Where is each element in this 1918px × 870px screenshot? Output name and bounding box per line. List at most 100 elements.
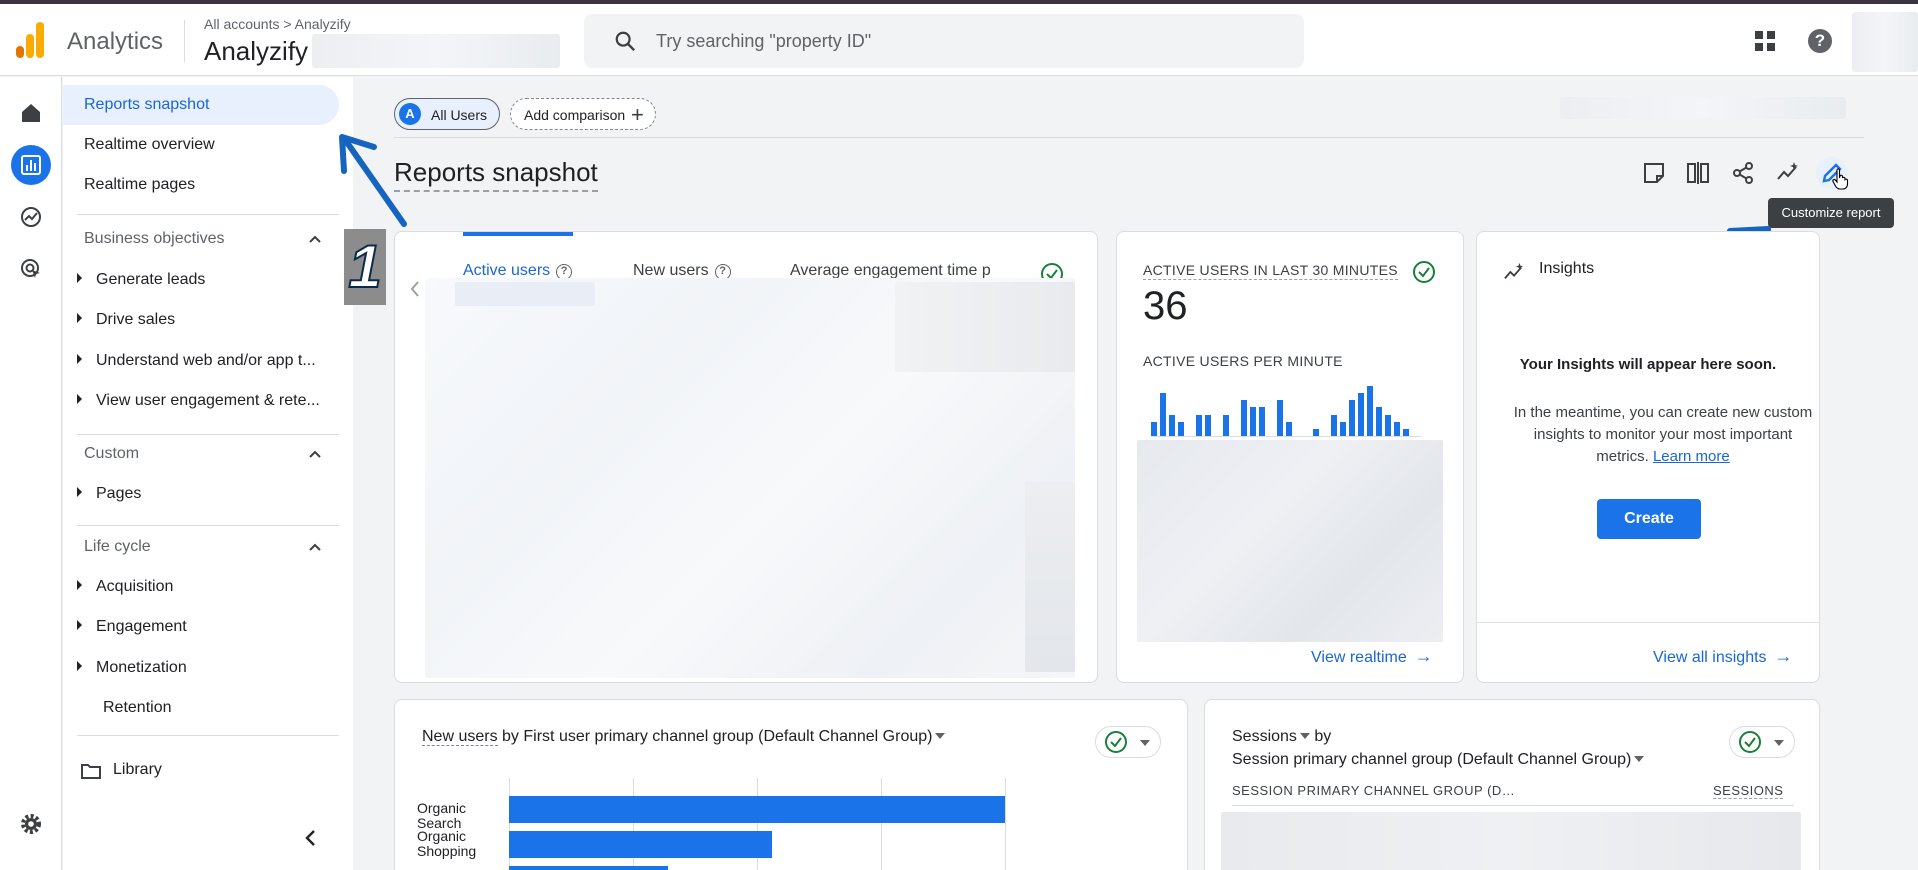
sessions-metric-selector[interactable]: Sessions: [1232, 728, 1297, 745]
property-name[interactable]: Analyzify: [204, 36, 308, 67]
realtime-title: ACTIVE USERS IN LAST 30 MINUTES: [1143, 262, 1398, 280]
overview-metrics-card: Active users? New users? Average engagem…: [394, 231, 1098, 683]
section-life-cycle[interactable]: Life cycle: [84, 538, 151, 556]
dropdown-arrow-icon[interactable]: [1299, 733, 1310, 739]
share-button[interactable]: [1727, 157, 1759, 189]
chevron-left-icon[interactable]: [409, 280, 421, 298]
segment-label: All Users: [431, 107, 488, 123]
expand-arrow-icon: [77, 394, 82, 404]
view-realtime-link[interactable]: View realtime →: [1311, 646, 1433, 667]
bar-organic-search[interactable]: [509, 796, 1005, 823]
sessions-card-options[interactable]: [1729, 726, 1795, 758]
sidebar-item-drive-sales[interactable]: Drive sales: [77, 311, 175, 329]
nav-rail: [0, 77, 62, 870]
create-insight-button[interactable]: Create: [1597, 499, 1701, 539]
explore-trend-icon: [21, 207, 41, 227]
check-circle-icon[interactable]: [1412, 260, 1436, 284]
sessions-title-line-2: Session primary channel group (Default C…: [1232, 751, 1645, 769]
note-icon: [1644, 163, 1664, 183]
reports-nav-button[interactable]: [11, 145, 51, 185]
sidebar-item-realtime-overview[interactable]: Realtime overview: [63, 125, 215, 165]
insights-sparkle-icon: [1504, 262, 1524, 279]
sidebar-item-user-engagement[interactable]: View user engagement & rete...: [77, 392, 320, 410]
per-minute-bar: [1151, 422, 1157, 436]
redacted-axis-block: [1025, 482, 1075, 672]
sidebar-item-acquisition[interactable]: Acquisition: [77, 578, 173, 596]
dropdown-arrow-icon[interactable]: [935, 733, 946, 739]
analytics-logo[interactable]: [16, 22, 46, 58]
header-divider: [184, 20, 185, 62]
sidebar-item-realtime-pages[interactable]: Realtime pages: [63, 165, 195, 205]
sidebar-divider: [77, 214, 339, 215]
chevron-up-icon[interactable]: [308, 449, 322, 459]
per-minute-bar: [1277, 400, 1283, 436]
expand-arrow-icon: [77, 580, 82, 590]
bar-organic-shopping[interactable]: [509, 831, 772, 858]
sidebar-item-understand-traffic[interactable]: Understand web and/or app t...: [77, 352, 316, 370]
dropdown-arrow-icon[interactable]: [1634, 756, 1645, 762]
insights-card: Insights Your Insights will appear here …: [1476, 231, 1820, 683]
insights-button[interactable]: [1772, 157, 1804, 189]
bar-category-label: Organic Search: [417, 800, 467, 831]
realtime-active-users-value: 36: [1143, 284, 1188, 328]
sessions-dimension-selector[interactable]: Session primary channel group (Default C…: [1232, 751, 1631, 768]
redacted-account-avatar[interactable]: [1852, 12, 1918, 72]
sidebar-item-engagement[interactable]: Engagement: [77, 618, 187, 636]
per-minute-bar: [1178, 422, 1184, 436]
apps-grid-icon[interactable]: [1754, 30, 1776, 52]
collapse-sidebar-chevron-icon[interactable]: [303, 829, 317, 847]
notes-button[interactable]: [1638, 157, 1670, 189]
insights-sparkle-icon: [1777, 162, 1798, 180]
redacted-date-range[interactable]: [1560, 97, 1846, 119]
sidebar-item-pages[interactable]: Pages: [77, 485, 141, 503]
advertising-nav-button[interactable]: [11, 249, 51, 289]
account-breadcrumb[interactable]: All accounts > Analyzify: [204, 16, 351, 32]
expand-arrow-icon: [77, 354, 82, 364]
segment-chip-all-users[interactable]: A All Users: [394, 98, 500, 130]
search-input[interactable]: Try searching "property ID": [584, 14, 1304, 68]
add-comparison-button[interactable]: Add comparison +: [510, 98, 656, 130]
redacted-sessions-table: [1221, 812, 1801, 870]
compare-button[interactable]: [1682, 157, 1714, 189]
per-minute-bar: [1286, 422, 1292, 436]
share-icon: [1733, 162, 1753, 184]
learn-more-link[interactable]: Learn more: [1653, 448, 1730, 465]
bar-direct[interactable]: [509, 866, 668, 870]
dimension-selector[interactable]: First user primary channel group (Defaul…: [523, 728, 932, 745]
chevron-up-icon[interactable]: [308, 542, 322, 552]
new-users-card-options[interactable]: [1095, 726, 1161, 758]
annotation-number-1: 1: [344, 229, 386, 305]
explore-nav-button[interactable]: [11, 197, 51, 237]
per-minute-bar: [1250, 407, 1256, 436]
expand-arrow-icon: [77, 313, 82, 323]
per-minute-bar-chart: [1151, 380, 1421, 436]
check-circle-icon: [1105, 731, 1127, 753]
sidebar-item-retention[interactable]: Retention: [103, 699, 172, 717]
compare-columns-icon: [1687, 162, 1709, 184]
per-minute-bar: [1394, 422, 1400, 436]
help-icon[interactable]: ?: [1808, 29, 1832, 53]
chevron-up-icon[interactable]: [308, 234, 322, 244]
sidebar-item-library[interactable]: Library: [113, 761, 162, 779]
chart-gridline: [881, 778, 882, 870]
gear-icon[interactable]: [19, 812, 43, 836]
table-header-channel-group[interactable]: SESSION PRIMARY CHANNEL GROUP (D…: [1232, 783, 1515, 798]
plus-icon: +: [631, 102, 644, 127]
sidebar-item-monetization[interactable]: Monetization: [77, 659, 187, 677]
bar-category-label: Organic Shopping: [417, 828, 477, 859]
section-business-objectives[interactable]: Business objectives: [84, 230, 225, 248]
home-nav-button[interactable]: [11, 93, 51, 133]
insights-body: In the meantime, you can create new cust…: [1513, 404, 1813, 465]
sidebar-item-generate-leads[interactable]: Generate leads: [77, 271, 205, 289]
view-all-insights-link[interactable]: View all insights →: [1653, 646, 1793, 667]
arrow-right-icon: →: [1414, 646, 1433, 666]
dropdown-arrow-icon: [1140, 740, 1150, 746]
per-minute-bar: [1160, 393, 1166, 436]
expand-arrow-icon: [77, 487, 82, 497]
section-custom[interactable]: Custom: [84, 445, 139, 463]
page-title: Reports snapshot: [394, 157, 598, 192]
metric-selector[interactable]: New users: [422, 728, 498, 746]
sidebar-item-reports-snapshot[interactable]: Reports snapshot: [63, 85, 339, 125]
table-header-sessions[interactable]: SESSIONS: [1713, 783, 1784, 799]
annotation-arrow-1: [339, 134, 407, 227]
